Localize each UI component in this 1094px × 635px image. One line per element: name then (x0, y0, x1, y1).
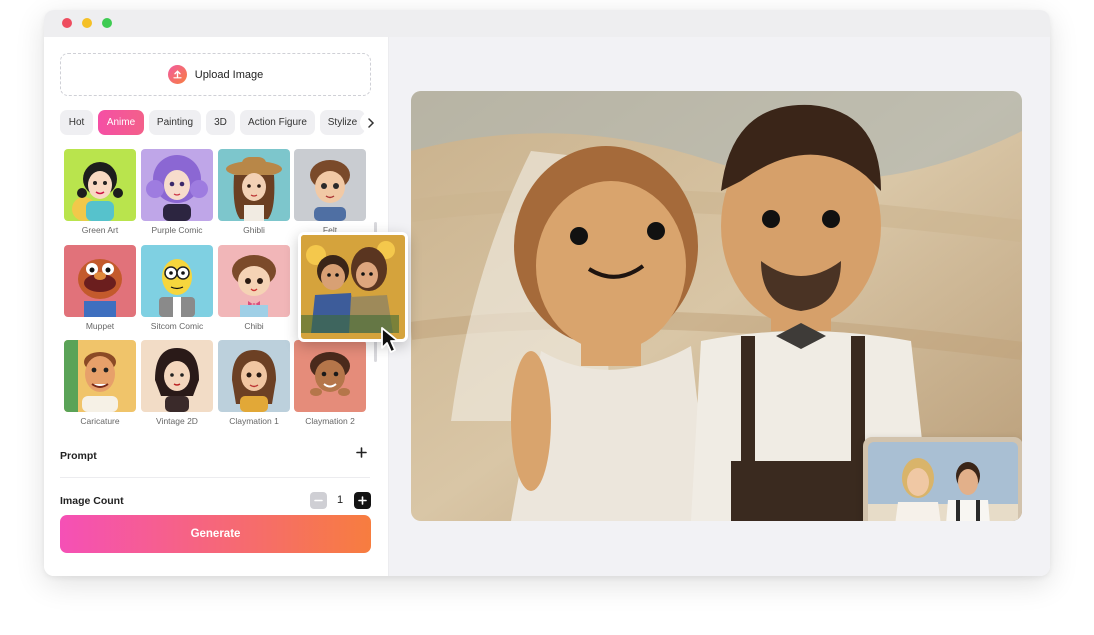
upload-icon (167, 65, 187, 84)
title-bar (44, 10, 1050, 37)
style-thumb-ghibli[interactable] (218, 149, 290, 221)
image-count-value: 1 (337, 494, 344, 506)
generated-image (411, 91, 1022, 521)
increase-count-button[interactable] (354, 492, 371, 509)
style-thumb-chibi[interactable] (218, 245, 290, 317)
tab-3d[interactable]: 3D (206, 110, 235, 135)
plus-icon (356, 447, 367, 458)
style-thumb-sitcom-comic[interactable] (141, 245, 213, 317)
prompt-label: Prompt (60, 450, 97, 462)
preview-canvas (389, 37, 1050, 576)
mouse-cursor-icon (380, 326, 404, 359)
upload-image-label: Upload Image (194, 68, 264, 81)
style-thumb-claymation-1[interactable] (218, 340, 290, 412)
tab-stylize[interactable]: Stylize (320, 110, 365, 135)
tab-hot[interactable]: Hot (60, 110, 93, 135)
tab-anime[interactable]: Anime (98, 110, 144, 135)
style-thumb-claymation-2[interactable] (294, 340, 366, 412)
style-thumb-purple-comic[interactable] (141, 149, 213, 221)
app-window: Upload Image Hot Anime Painting 3D Actio… (44, 10, 1050, 576)
tab-painting[interactable]: Painting (149, 110, 201, 135)
style-category-tabs: Hot Anime Painting 3D Action Figure Styl… (60, 110, 381, 136)
upload-image-button[interactable]: Upload Image (60, 53, 371, 96)
minimize-window-button[interactable] (82, 18, 92, 28)
generate-button[interactable]: Generate (60, 515, 371, 553)
chevron-right-icon (367, 117, 374, 128)
image-count-label: Image Count (60, 495, 124, 507)
style-thumb-caricature[interactable] (64, 340, 136, 412)
style-thumb-vintage-2d[interactable] (141, 340, 213, 412)
reference-photo (863, 437, 1022, 521)
style-label: Chibi (244, 321, 264, 331)
decrease-count-button[interactable] (310, 492, 327, 509)
maximize-window-button[interactable] (102, 18, 112, 28)
style-thumb-muppet[interactable] (64, 245, 136, 317)
prompt-expand-button[interactable] (356, 445, 367, 462)
divider (60, 477, 370, 478)
tab-action-figure[interactable]: Action Figure (240, 110, 315, 135)
plus-icon (358, 496, 367, 505)
minus-icon (314, 499, 323, 502)
tabs-next-button[interactable] (360, 112, 381, 133)
style-label: Claymation 2 (305, 416, 355, 426)
style-thumb-felt[interactable] (294, 149, 366, 221)
style-thumb-green-art[interactable] (64, 149, 136, 221)
close-window-button[interactable] (62, 18, 72, 28)
